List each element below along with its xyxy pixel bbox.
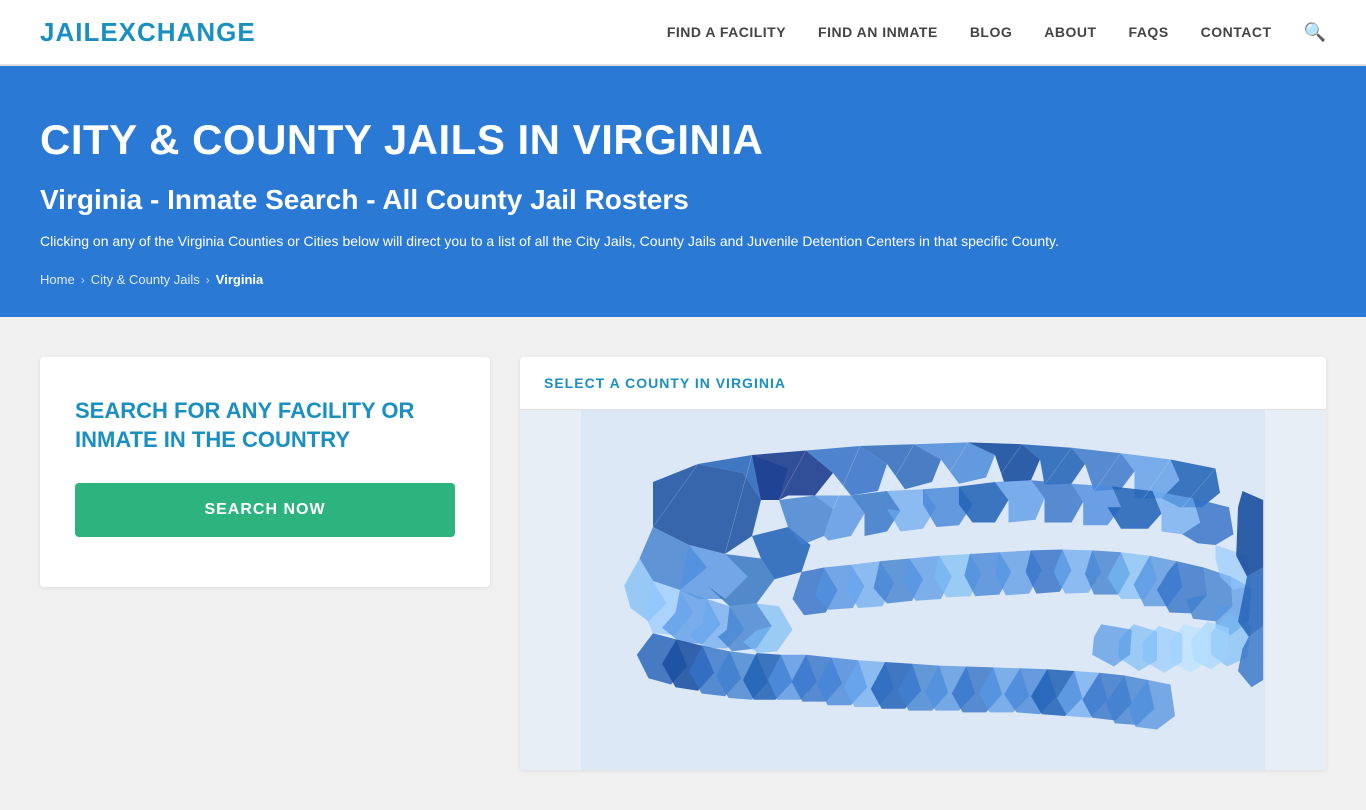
site-logo[interactable]: JAILEXCHANGE (40, 17, 256, 48)
breadcrumb-chevron-2: › (206, 273, 210, 287)
main-content: SEARCH FOR ANY FACILITY OR INMATE IN THE… (0, 317, 1366, 810)
logo-text-black: JAIL (40, 17, 100, 47)
nav-find-facility[interactable]: FIND A FACILITY (667, 24, 786, 40)
breadcrumb-parent[interactable]: City & County Jails (91, 272, 200, 287)
search-card-heading: SEARCH FOR ANY FACILITY OR INMATE IN THE… (75, 397, 455, 454)
logo-text-blue: EXCHANGE (100, 17, 255, 47)
breadcrumb-current: Virginia (216, 272, 263, 287)
search-card: SEARCH FOR ANY FACILITY OR INMATE IN THE… (40, 357, 490, 586)
breadcrumb: Home › City & County Jails › Virginia (40, 272, 1326, 287)
search-now-button[interactable]: SEARCH NOW (75, 483, 455, 537)
page-title: CITY & COUNTY JAILS IN VIRGINIA (40, 116, 1326, 164)
page-subtitle: Virginia - Inmate Search - All County Ja… (40, 184, 1326, 216)
county-select-header: SELECT A COUNTY IN VIRGINIA (520, 357, 1326, 410)
search-icon[interactable]: 🔍 (1304, 22, 1326, 43)
left-panel: SEARCH FOR ANY FACILITY OR INMATE IN THE… (40, 357, 520, 770)
main-nav: FIND A FACILITY FIND AN INMATE BLOG ABOU… (667, 22, 1326, 43)
virginia-map-svg (520, 410, 1326, 770)
nav-blog[interactable]: BLOG (970, 24, 1012, 40)
county-select-title: SELECT A COUNTY IN VIRGINIA (544, 375, 1302, 391)
virginia-map-container[interactable] (520, 410, 1326, 770)
right-panel: SELECT A COUNTY IN VIRGINIA (520, 357, 1326, 770)
nav-faqs[interactable]: FAQs (1129, 24, 1169, 40)
breadcrumb-home[interactable]: Home (40, 272, 75, 287)
breadcrumb-chevron-1: › (81, 273, 85, 287)
nav-about[interactable]: ABOUT (1044, 24, 1096, 40)
nav-contact[interactable]: CONTACT (1201, 24, 1272, 40)
nav-find-inmate[interactable]: FIND AN INMATE (818, 24, 938, 40)
hero-banner: CITY & COUNTY JAILS IN VIRGINIA Virginia… (0, 66, 1366, 317)
hero-description: Clicking on any of the Virginia Counties… (40, 230, 1140, 252)
site-header: JAILEXCHANGE FIND A FACILITY FIND AN INM… (0, 0, 1366, 66)
